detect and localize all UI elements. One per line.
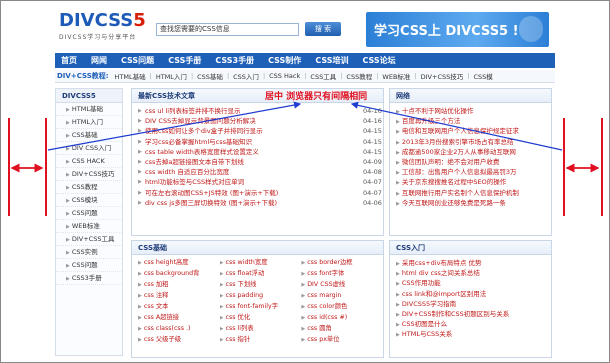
blue-pointer-left: [47, 101, 302, 151]
annotation-arrows: [10, 101, 600, 173]
blue-pointer-right: [350, 101, 563, 151]
